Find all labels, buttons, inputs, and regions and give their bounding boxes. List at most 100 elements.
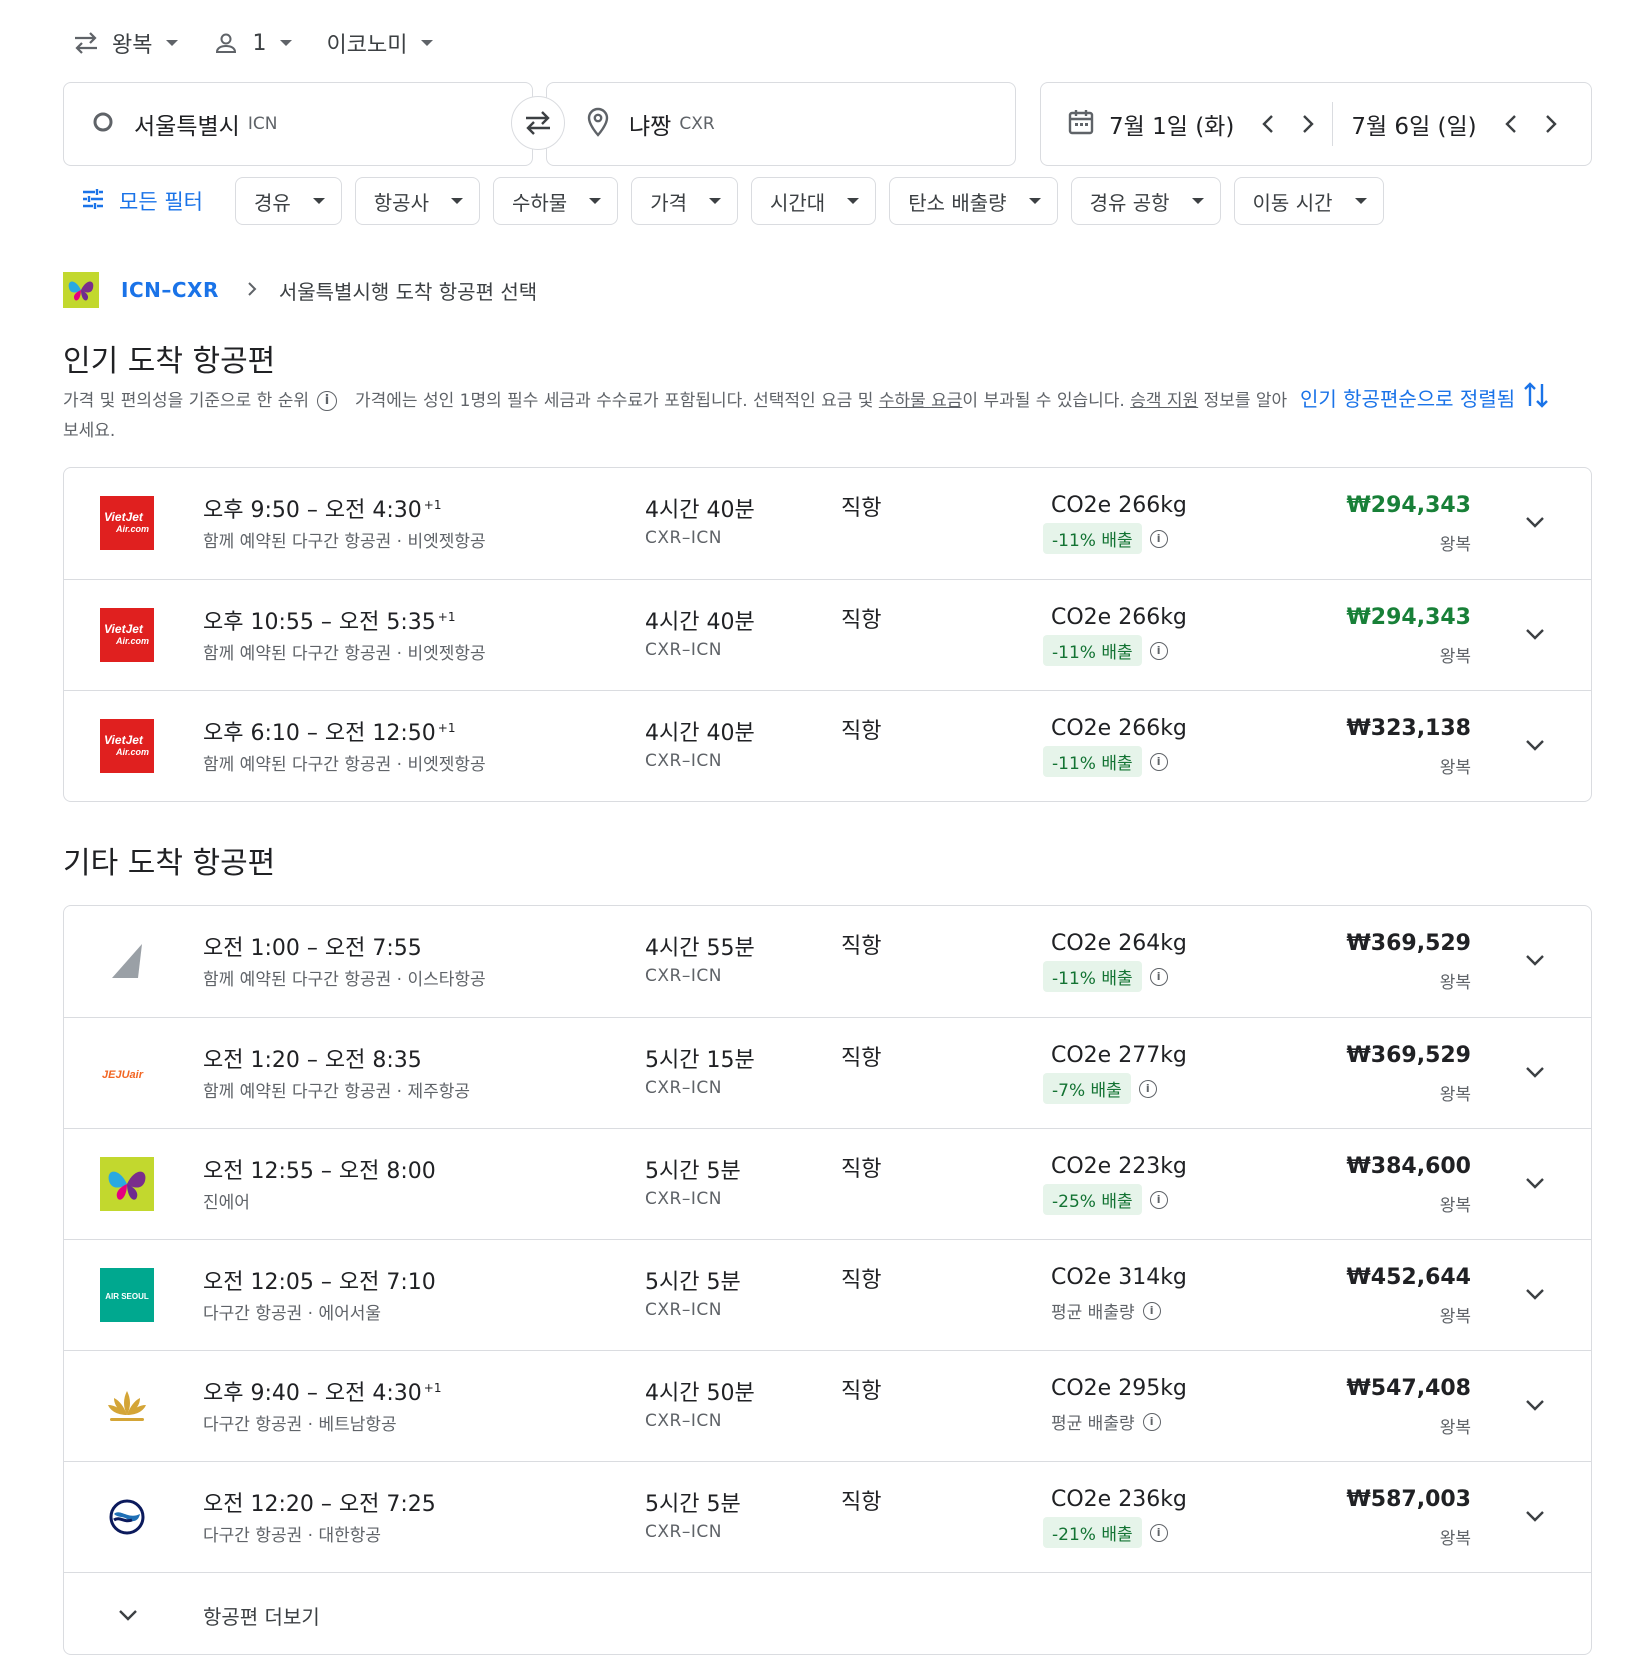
depart-time: 오후 9:50 (203, 498, 300, 523)
breadcrumb-current-step: 서울특별시행 도착 항공편 선택 (278, 279, 538, 304)
flight-row[interactable]: 오전 1:00 – 오전 7:55 함께 예약된 다구간 항공권 · 이스타항공 4… (64, 906, 1591, 1017)
info-icon[interactable]: i (1149, 529, 1168, 548)
trip-type-note: 왕복 (1439, 647, 1471, 667)
more-flights-button[interactable]: 항공편 더보기 (64, 1572, 1591, 1654)
expand-details-button[interactable] (1515, 1274, 1555, 1314)
info-icon[interactable]: i (1149, 752, 1168, 771)
filter-chip-airlines[interactable]: 항공사 (354, 177, 480, 225)
flight-duration: 4시간 40분 (645, 721, 755, 746)
swap-arrows-icon (72, 29, 100, 57)
info-icon[interactable]: i (1149, 1523, 1168, 1542)
depart-date[interactable]: 7월 1일 (화) (1109, 107, 1234, 141)
passenger-select[interactable]: 1 (212, 29, 293, 57)
chevron-down-icon (1526, 740, 1544, 751)
vietjet-logo-icon: VietJet Air.com (100, 719, 154, 773)
filter-chip-price[interactable]: 가격 (631, 177, 738, 225)
flight-price: ₩547,408 (1346, 1376, 1471, 1401)
flight-row[interactable]: 오전 12:20 – 오전 7:25 다구간 항공권 · 대한항공 5시간 5분 CX… (64, 1461, 1591, 1572)
sort-button[interactable]: 인기 항공편순으로 정렬됨 (1300, 380, 1549, 415)
info-icon[interactable]: i (1142, 1412, 1161, 1431)
return-date[interactable]: 7월 6일 (일) (1351, 107, 1476, 141)
airline-name: 함께 예약된 다구간 항공권 · 비엣젯항공 (203, 755, 486, 775)
baggage-fees-link[interactable]: 수하물 요금 (879, 391, 963, 411)
expand-details-button[interactable] (1515, 614, 1555, 654)
info-icon[interactable]: i (1149, 967, 1168, 986)
trip-type-select[interactable]: 왕복 (72, 27, 179, 59)
origin-field[interactable]: 서울특별시 ICN (63, 82, 533, 166)
chevron-left-icon (1504, 115, 1516, 133)
origin-city: 서울특별시 (134, 114, 240, 140)
filter-chip-times[interactable]: 시간대 (751, 177, 877, 225)
expand-details-button[interactable] (1515, 502, 1555, 542)
destination-field[interactable]: 냐짱 CXR (546, 82, 1016, 166)
more-flights-label: 항공편 더보기 (203, 1605, 320, 1629)
filter-chip-connecting-airports[interactable]: 경유 공항 (1070, 177, 1221, 225)
person-icon (212, 29, 240, 57)
trip-type-note: 왕복 (1439, 1307, 1471, 1327)
stops-label: 직항 (841, 1490, 882, 1515)
expand-details-button[interactable] (1515, 1496, 1555, 1536)
filter-chip-stops[interactable]: 경유 (234, 177, 342, 225)
info-icon[interactable]: i (1149, 1190, 1168, 1209)
depart-prev-button[interactable] (1248, 104, 1288, 144)
emissions-comparison: 평균 배출량 i (1043, 1295, 1161, 1326)
expand-details-button[interactable] (1515, 1052, 1555, 1092)
other-section-title: 기타 도착 항공편 (63, 846, 276, 881)
flight-row[interactable]: VietJet Air.com 오후 10:55 – 오전 5:35 +1 함께 예약된… (64, 579, 1591, 690)
stops-label: 직항 (841, 496, 882, 521)
info-icon[interactable]: i (1149, 641, 1168, 660)
co2-emissions: CO2e 266kg (1051, 493, 1187, 518)
chevron-down-icon (847, 198, 860, 204)
all-filters-button[interactable]: 모든 필터 (63, 186, 203, 216)
flight-times: 오전 12:20 – 오전 7:25 (203, 1492, 436, 1517)
filter-chip-bags[interactable]: 수하물 (492, 177, 619, 225)
trip-type-note: 왕복 (1439, 1418, 1471, 1438)
info-icon[interactable]: i (1142, 1301, 1161, 1320)
chip-label: 경유 (253, 190, 291, 215)
flight-row[interactable]: VietJet Air.com 오후 6:10 – 오전 12:50 +1 함께 예약된… (64, 690, 1591, 801)
return-prev-button[interactable] (1491, 104, 1531, 144)
flight-duration: 4시간 55분 (645, 936, 755, 961)
jejuair-logo-icon: JEJUair (100, 1046, 154, 1100)
passenger-assistance-link[interactable]: 승객 지원 (1130, 391, 1198, 411)
flight-row[interactable]: 오전 12:55 – 오전 8:00 진에어 5시간 5분 CXR–ICN 직항 CO2e… (64, 1128, 1591, 1239)
flight-price: ₩587,003 (1346, 1487, 1471, 1512)
flight-row[interactable]: JEJUair 오전 1:20 – 오전 8:35 함께 예약된 다구간 항공권 ·… (64, 1017, 1591, 1128)
return-next-button[interactable] (1531, 104, 1571, 144)
all-filters-label: 모든 필터 (119, 190, 203, 214)
trip-type-note: 왕복 (1439, 973, 1471, 993)
expand-details-button[interactable] (1515, 940, 1555, 980)
expand-details-button[interactable] (1515, 1163, 1555, 1203)
chip-label: 이동 시간 (1252, 190, 1333, 215)
flight-times: 오전 1:00 – 오전 7:55 (203, 936, 422, 961)
chip-label: 시간대 (770, 190, 826, 215)
emissions-badge: -11% 배출 (1043, 746, 1142, 777)
flight-row[interactable]: AIR SEOUL 오전 12:05 – 오전 7:10 다구간 항공권 · 에어서… (64, 1239, 1591, 1350)
expand-details-button[interactable] (1515, 1385, 1555, 1425)
filter-chip-duration[interactable]: 이동 시간 (1233, 177, 1384, 225)
filter-chip-emissions[interactable]: 탄소 배출량 (889, 177, 1058, 225)
flight-route: CXR–ICN (645, 1300, 722, 1320)
stops-label: 직항 (841, 719, 882, 744)
info-icon[interactable]: i (316, 391, 337, 411)
swap-locations-button[interactable] (511, 96, 565, 150)
stops-label: 직항 (841, 1157, 882, 1182)
flight-row[interactable]: VietJet Air.com 오후 9:50 – 오전 4:30 +1 함께 예약된 … (64, 468, 1591, 579)
logo-text: VietJet (104, 510, 144, 524)
breadcrumb-route-link[interactable]: ICN–CXR (121, 278, 219, 302)
expand-details-button[interactable] (1515, 725, 1555, 765)
chevron-down-icon (1526, 955, 1544, 966)
depart-next-button[interactable] (1288, 104, 1328, 144)
airline-name: 함께 예약된 다구간 항공권 · 비엣젯항공 (203, 644, 486, 664)
chevron-down-icon (1526, 1511, 1544, 1522)
info-icon[interactable]: i (1138, 1079, 1157, 1098)
airline-name: 다구간 항공권 · 에어서울 (203, 1304, 382, 1324)
swap-icon (526, 111, 550, 135)
depart-time: 오전 1:00 (203, 936, 300, 961)
flight-duration: 4시간 50분 (645, 1381, 755, 1406)
cabin-select[interactable]: 이코노미 (326, 27, 434, 59)
calendar-icon (1067, 108, 1095, 140)
arrive-time: 오전 7:55 (324, 936, 422, 961)
flight-row[interactable]: 오후 9:40 – 오전 4:30 +1 다구간 항공권 · 베트남항공 4시간 50… (64, 1350, 1591, 1461)
vietjet-logo-icon: VietJet Air.com (100, 496, 154, 550)
